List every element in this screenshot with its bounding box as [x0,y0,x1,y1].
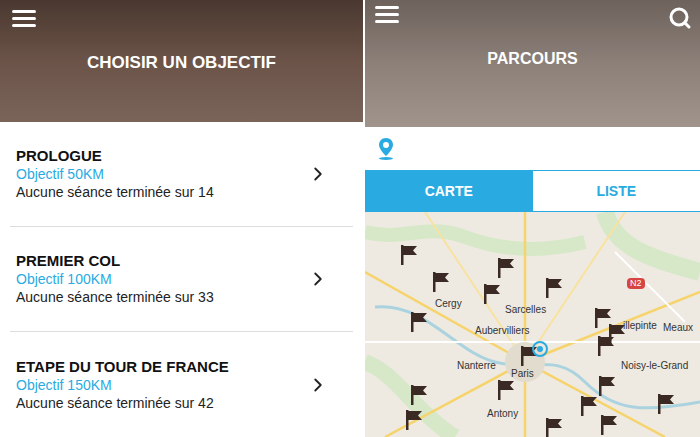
goal-item[interactable]: PREMIER COLObjectif 100KMAucune séance t… [10,227,353,332]
search-icon[interactable] [668,6,692,30]
goals-header: CHOISIR UN OBJECTIF [0,0,363,122]
flag-icon[interactable] [400,245,418,265]
goal-title: ETAPE DU TOUR DE FRANCE [16,358,229,376]
flag-icon[interactable] [598,376,616,396]
flag-icon[interactable] [545,418,563,437]
flag-icon[interactable] [405,410,423,430]
goal-list: PROLOGUEObjectif 50KMAucune séance termi… [0,122,363,437]
goal-progress: Aucune séance terminée sur 42 [16,394,229,412]
flag-icon[interactable] [483,284,501,304]
goal-progress: Aucune séance terminée sur 14 [16,183,214,201]
view-tab[interactable]: LISTE [533,171,700,211]
location-field[interactable] [365,127,700,170]
header-title: PARCOURS [487,47,577,71]
map-label: Noisy-le-Grand [621,360,688,372]
routes-header: PARCOURS [365,0,700,127]
map-label: Nanterre [457,360,496,372]
map-label: Aubervilliers [475,325,529,337]
road-badge: N2 [627,278,645,289]
flag-icon[interactable] [608,324,626,344]
map-label: Antony [487,408,518,420]
flag-icon[interactable] [410,312,428,332]
flag-icon[interactable] [497,258,515,278]
goals-screen: CHOISIR UN OBJECTIF PROLOGUEObjectif 50KM… [0,0,363,437]
map-label: Meaux [663,322,693,334]
goal-objective: Objectif 100KM [16,270,214,288]
goal-item[interactable]: ETAPE DU TOUR DE FRANCEObjectif 150KMAuc… [10,332,353,437]
flag-icon[interactable] [432,272,450,292]
goal-title: PREMIER COL [16,252,214,270]
goal-progress: Aucune séance terminée sur 33 [16,288,214,306]
flag-icon[interactable] [597,336,615,356]
current-location-icon [531,340,549,358]
goal-item[interactable]: PROLOGUEObjectif 50KMAucune séance termi… [10,122,353,227]
routes-screen: PARCOURS CARTELISTE Cergy Sarcelles Aubervil… [365,0,700,437]
map-label: Sarcelles [505,304,546,316]
view-tab[interactable]: CARTE [365,171,533,211]
map[interactable]: Cergy Sarcelles Aubervilliers Nanterre Paris… [365,212,700,437]
map-label: Paris [511,368,534,380]
menu-icon[interactable] [12,10,36,27]
header-title: CHOISIR UN OBJECTIF [87,50,276,76]
map-label: illepinte [623,320,657,332]
menu-icon[interactable] [375,6,399,23]
flag-icon[interactable] [580,396,598,416]
flag-icon[interactable] [657,394,675,414]
goal-objective: Objectif 50KM [16,165,214,183]
location-pin-icon [377,137,395,161]
goal-title: PROLOGUE [16,147,214,165]
flag-icon[interactable] [545,278,563,298]
flag-icon[interactable] [410,385,428,405]
chevron-right-icon[interactable] [307,163,329,185]
chevron-right-icon[interactable] [307,268,329,290]
view-tabs: CARTELISTE [365,170,700,212]
app: CHOISIR UN OBJECTIF PROLOGUEObjectif 50KM… [0,0,700,437]
flag-icon[interactable] [520,346,538,366]
goal-objective: Objectif 150KM [16,376,229,394]
map-label: Cergy [435,298,462,310]
chevron-right-icon[interactable] [307,374,329,396]
flag-icon[interactable] [600,415,618,435]
flag-icon[interactable] [497,380,515,400]
